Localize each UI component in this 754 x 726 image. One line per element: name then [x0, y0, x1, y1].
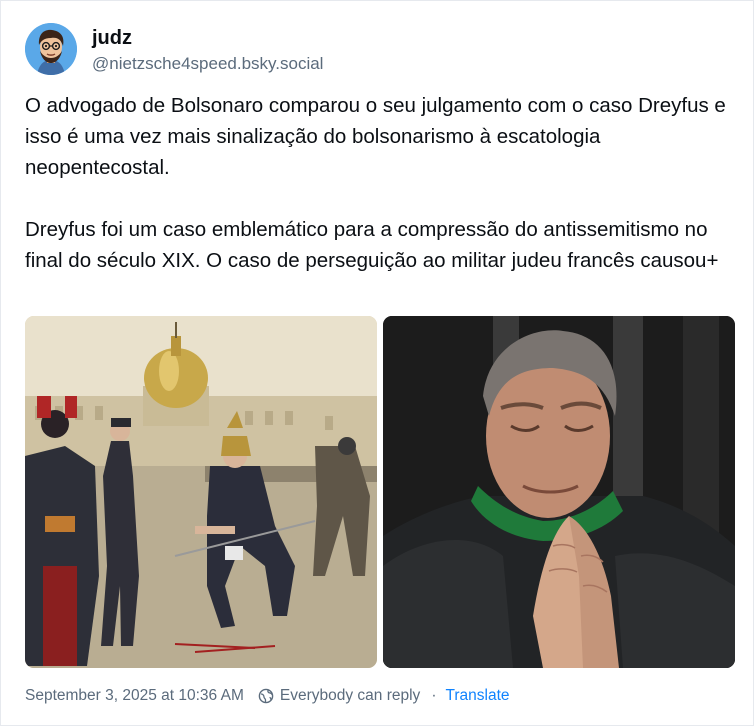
translate-link[interactable]: Translate — [445, 687, 509, 705]
avatar[interactable] — [25, 23, 77, 75]
post-text: O advogado de Bolsonaro comparou o seu j… — [25, 90, 735, 276]
post-images — [25, 316, 735, 668]
photo-image — [383, 316, 735, 668]
display-name[interactable]: judz — [92, 25, 323, 51]
post-footer: September 3, 2025 at 10:36 AM Everybody … — [25, 687, 510, 705]
author-handle[interactable]: @nietzsche4speed.bsky.social — [92, 52, 323, 76]
footer-separator: · — [431, 687, 437, 704]
illustration-image — [25, 316, 377, 668]
author-names: judz @nietzsche4speed.bsky.social — [92, 25, 323, 76]
post-image-illustration[interactable] — [25, 316, 377, 668]
post-image-photo[interactable] — [383, 316, 735, 668]
post-card: judz @nietzsche4speed.bsky.social O advo… — [0, 0, 754, 726]
post-paragraph: Dreyfus foi um caso emblemático para a c… — [25, 218, 719, 272]
post-paragraph: O advogado de Bolsonaro comparou o seu j… — [25, 94, 726, 179]
cartoon-avatar-icon — [25, 23, 77, 75]
post-timestamp[interactable]: September 3, 2025 at 10:36 AM — [25, 687, 244, 705]
reply-setting[interactable]: Everybody can reply — [280, 687, 420, 705]
globe-icon — [258, 688, 274, 704]
